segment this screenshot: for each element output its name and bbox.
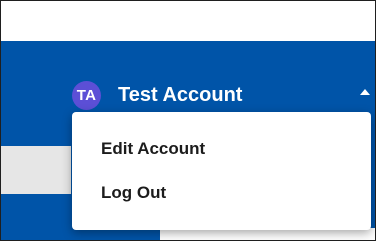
account-dropdown-menu: Edit Account Log Out bbox=[72, 112, 371, 230]
avatar: TA bbox=[72, 80, 101, 110]
log-out-menu-item[interactable]: Log Out bbox=[101, 183, 166, 203]
caret-up-icon[interactable] bbox=[360, 89, 370, 95]
edit-account-menu-item[interactable]: Edit Account bbox=[101, 139, 205, 159]
account-name: Test Account bbox=[118, 83, 243, 106]
background-panel bbox=[1, 146, 71, 194]
top-bar bbox=[1, 1, 375, 41]
account-menu-toggle[interactable]: TA Test Account bbox=[72, 80, 370, 110]
